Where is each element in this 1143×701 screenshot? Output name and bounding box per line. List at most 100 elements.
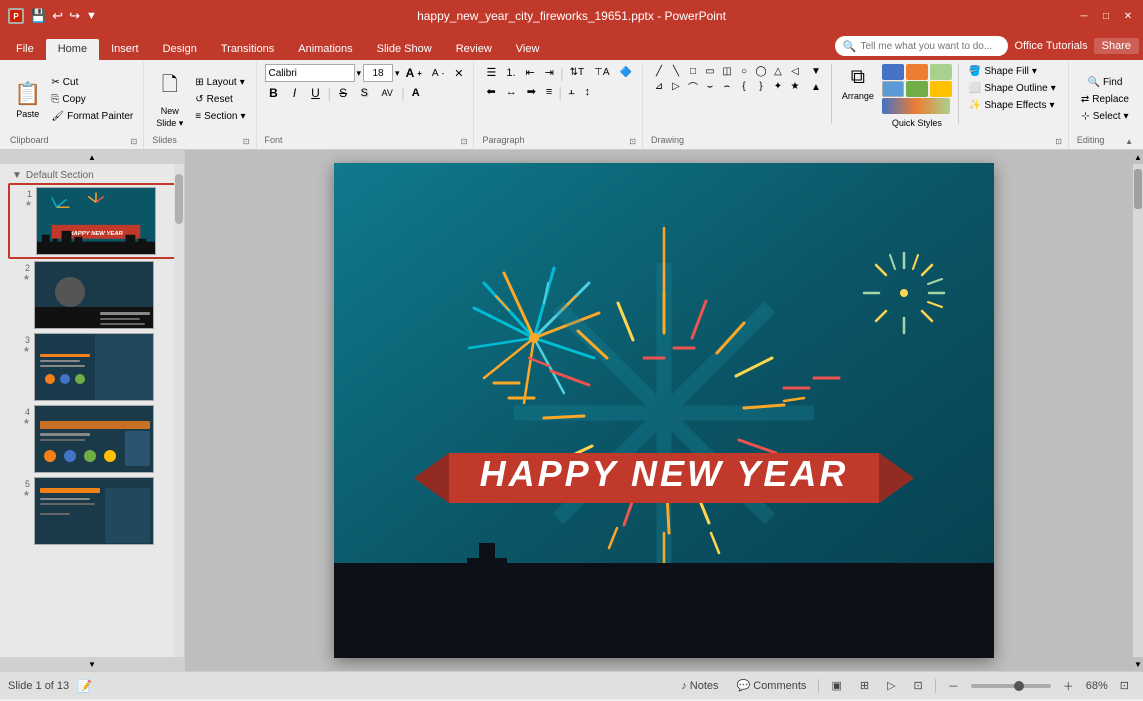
align-left-button[interactable]: ⬅ xyxy=(482,83,499,100)
canvas-scroll-up[interactable]: ▲ xyxy=(1133,150,1143,164)
font-name-dropdown-icon[interactable]: ▾ xyxy=(357,68,362,79)
view-normal-button[interactable]: ▣ xyxy=(825,677,847,694)
qs-blue[interactable] xyxy=(882,64,904,80)
paste-button[interactable]: 📋 Paste xyxy=(10,64,45,135)
zoom-out-button[interactable]: － xyxy=(942,676,965,696)
notes-button[interactable]: ♪ Notes xyxy=(675,678,724,694)
canvas-scroll-down[interactable]: ▼ xyxy=(1133,657,1143,671)
shape-effects-button[interactable]: ✨ Shape Effects ▾ xyxy=(965,98,1060,113)
font-expand-icon[interactable]: ⊡ xyxy=(461,137,468,146)
qs-yellow[interactable] xyxy=(930,81,952,97)
new-slide-button[interactable]: 🗋 New Slide ▾ xyxy=(152,68,187,131)
shape-star2[interactable]: ★ xyxy=(787,79,803,93)
smart-art-button[interactable]: 🔷 xyxy=(616,65,636,80)
font-name-input[interactable] xyxy=(265,64,355,82)
restore-btn[interactable]: □ xyxy=(1099,9,1113,23)
replace-button[interactable]: ⇄ Replace xyxy=(1077,92,1133,107)
canvas-scrollbar-thumb[interactable] xyxy=(1134,169,1142,209)
font-size-dropdown-icon[interactable]: ▾ xyxy=(395,68,400,79)
slides-expand-icon[interactable]: ⊡ xyxy=(243,137,250,146)
section-collapse-icon[interactable]: ▼ xyxy=(12,170,22,181)
copy-button[interactable]: ⎘ Copy xyxy=(47,92,137,107)
shape-star[interactable]: ✦ xyxy=(770,79,786,93)
slide-panel-scrollbar[interactable] xyxy=(174,164,184,657)
save-icon[interactable]: 💾 xyxy=(30,8,46,24)
slide-preview-2[interactable] xyxy=(34,261,154,329)
tab-transitions[interactable]: Transitions xyxy=(209,39,286,60)
share-btn[interactable]: Share xyxy=(1094,38,1139,54)
increase-indent-button[interactable]: ⇥ xyxy=(541,64,558,81)
tab-animations[interactable]: Animations xyxy=(286,39,364,60)
slide-thumb-3[interactable]: 3 ★ xyxy=(8,331,180,403)
tab-file[interactable]: File xyxy=(4,39,46,60)
shape-brace[interactable]: { xyxy=(736,79,752,93)
char-spacing-button[interactable]: AV xyxy=(376,86,398,100)
tab-slideshow[interactable]: Slide Show xyxy=(365,39,444,60)
shape-arrow1[interactable]: ⊿ xyxy=(651,79,667,93)
bold-button[interactable]: B xyxy=(265,84,283,102)
slide-preview-4[interactable] xyxy=(34,405,154,473)
shape-rect[interactable]: □ xyxy=(685,64,701,78)
slide-thumb-5[interactable]: 5 ★ xyxy=(8,475,180,547)
qs-green2[interactable] xyxy=(906,81,928,97)
select-button[interactable]: ⊹ Select ▾ xyxy=(1077,109,1132,124)
qs-orange[interactable] xyxy=(906,64,928,80)
customize-icon[interactable]: ▼ xyxy=(86,10,97,22)
align-right-button[interactable]: ➡ xyxy=(523,83,540,100)
bullets-button[interactable]: ☰ xyxy=(482,64,500,81)
qs-green[interactable] xyxy=(930,64,952,80)
clear-format-button[interactable]: ✕ xyxy=(450,65,467,82)
numbering-button[interactable]: 1. xyxy=(502,65,519,81)
tab-design[interactable]: Design xyxy=(151,39,209,60)
decrease-font-button[interactable]: A- xyxy=(428,66,448,81)
minimize-btn[interactable]: ─ xyxy=(1077,9,1091,23)
redo-icon[interactable]: ↪ xyxy=(69,8,80,24)
layout-button[interactable]: ⊞ Layout ▾ xyxy=(191,75,249,90)
underline-button[interactable]: U xyxy=(307,84,325,102)
columns-button[interactable]: ⫠ xyxy=(564,83,579,100)
slide-preview-1[interactable]: HAPPY NEW YEAR xyxy=(36,187,156,255)
comments-button[interactable]: 💬 Comments xyxy=(731,677,813,694)
close-btn[interactable]: ✕ xyxy=(1121,9,1135,23)
zoom-thumb[interactable] xyxy=(1014,681,1024,691)
shape-rtriangle[interactable]: ◁ xyxy=(787,64,803,78)
view-presenter-button[interactable]: ⊡ xyxy=(908,677,929,694)
slide-preview-5[interactable] xyxy=(34,477,154,545)
shape-arrow2[interactable]: ▷ xyxy=(668,79,684,93)
scroll-down-arrow[interactable]: ▼ xyxy=(0,657,184,671)
align-text-button[interactable]: ⊤A xyxy=(590,65,613,80)
slide-notes-icon[interactable]: 📝 xyxy=(77,679,92,693)
view-reading-button[interactable]: ▷ xyxy=(881,677,901,694)
quick-styles-button[interactable]: Quick Styles xyxy=(888,116,946,130)
paragraph-expand-icon[interactable]: ⊡ xyxy=(629,137,636,146)
shape-rect3[interactable]: ◫ xyxy=(719,64,735,78)
shape-brace2[interactable]: } xyxy=(753,79,769,93)
format-painter-button[interactable]: 🖌 Format Painter xyxy=(47,109,137,124)
shape-fill-button[interactable]: 🪣 Shape Fill ▾ xyxy=(965,64,1060,79)
shape-curve2[interactable]: ⌢ xyxy=(719,79,735,93)
clipboard-expand-icon[interactable]: ⊡ xyxy=(131,137,138,146)
shapes-expand-down[interactable]: ▼ xyxy=(807,64,825,79)
shape-curve1[interactable]: ⌣ xyxy=(702,79,718,93)
qs-blue2[interactable] xyxy=(882,81,904,97)
line-spacing-button[interactable]: ↕ xyxy=(581,84,595,100)
tab-review[interactable]: Review xyxy=(444,39,504,60)
slide-preview-3[interactable] xyxy=(34,333,154,401)
strikethrough-button[interactable]: S xyxy=(334,84,352,102)
shape-oval[interactable]: ○ xyxy=(736,64,752,78)
shape-outline-button[interactable]: ⬜ Shape Outline ▾ xyxy=(965,81,1060,96)
shape-oval2[interactable]: ◯ xyxy=(753,64,769,78)
fit-slide-button[interactable]: ⊡ xyxy=(1114,677,1135,694)
reset-button[interactable]: ↺ Reset xyxy=(191,92,249,107)
shape-triangle[interactable]: △ xyxy=(770,64,786,78)
search-input[interactable] xyxy=(860,41,1000,52)
drawing-expand-icon[interactable]: ⊡ xyxy=(1055,137,1062,146)
shape-line2[interactable]: ╲ xyxy=(668,64,684,78)
justify-button[interactable]: ≡ xyxy=(542,84,556,100)
italic-button[interactable]: I xyxy=(286,84,304,102)
slide-thumb-2[interactable]: 2 ★ xyxy=(8,259,180,331)
slide-thumb-4[interactable]: 4 ★ xyxy=(8,403,180,475)
shapes-expand-up[interactable]: ▲ xyxy=(807,80,825,95)
font-size-input[interactable] xyxy=(363,64,393,82)
qs-gradient[interactable] xyxy=(882,98,950,114)
